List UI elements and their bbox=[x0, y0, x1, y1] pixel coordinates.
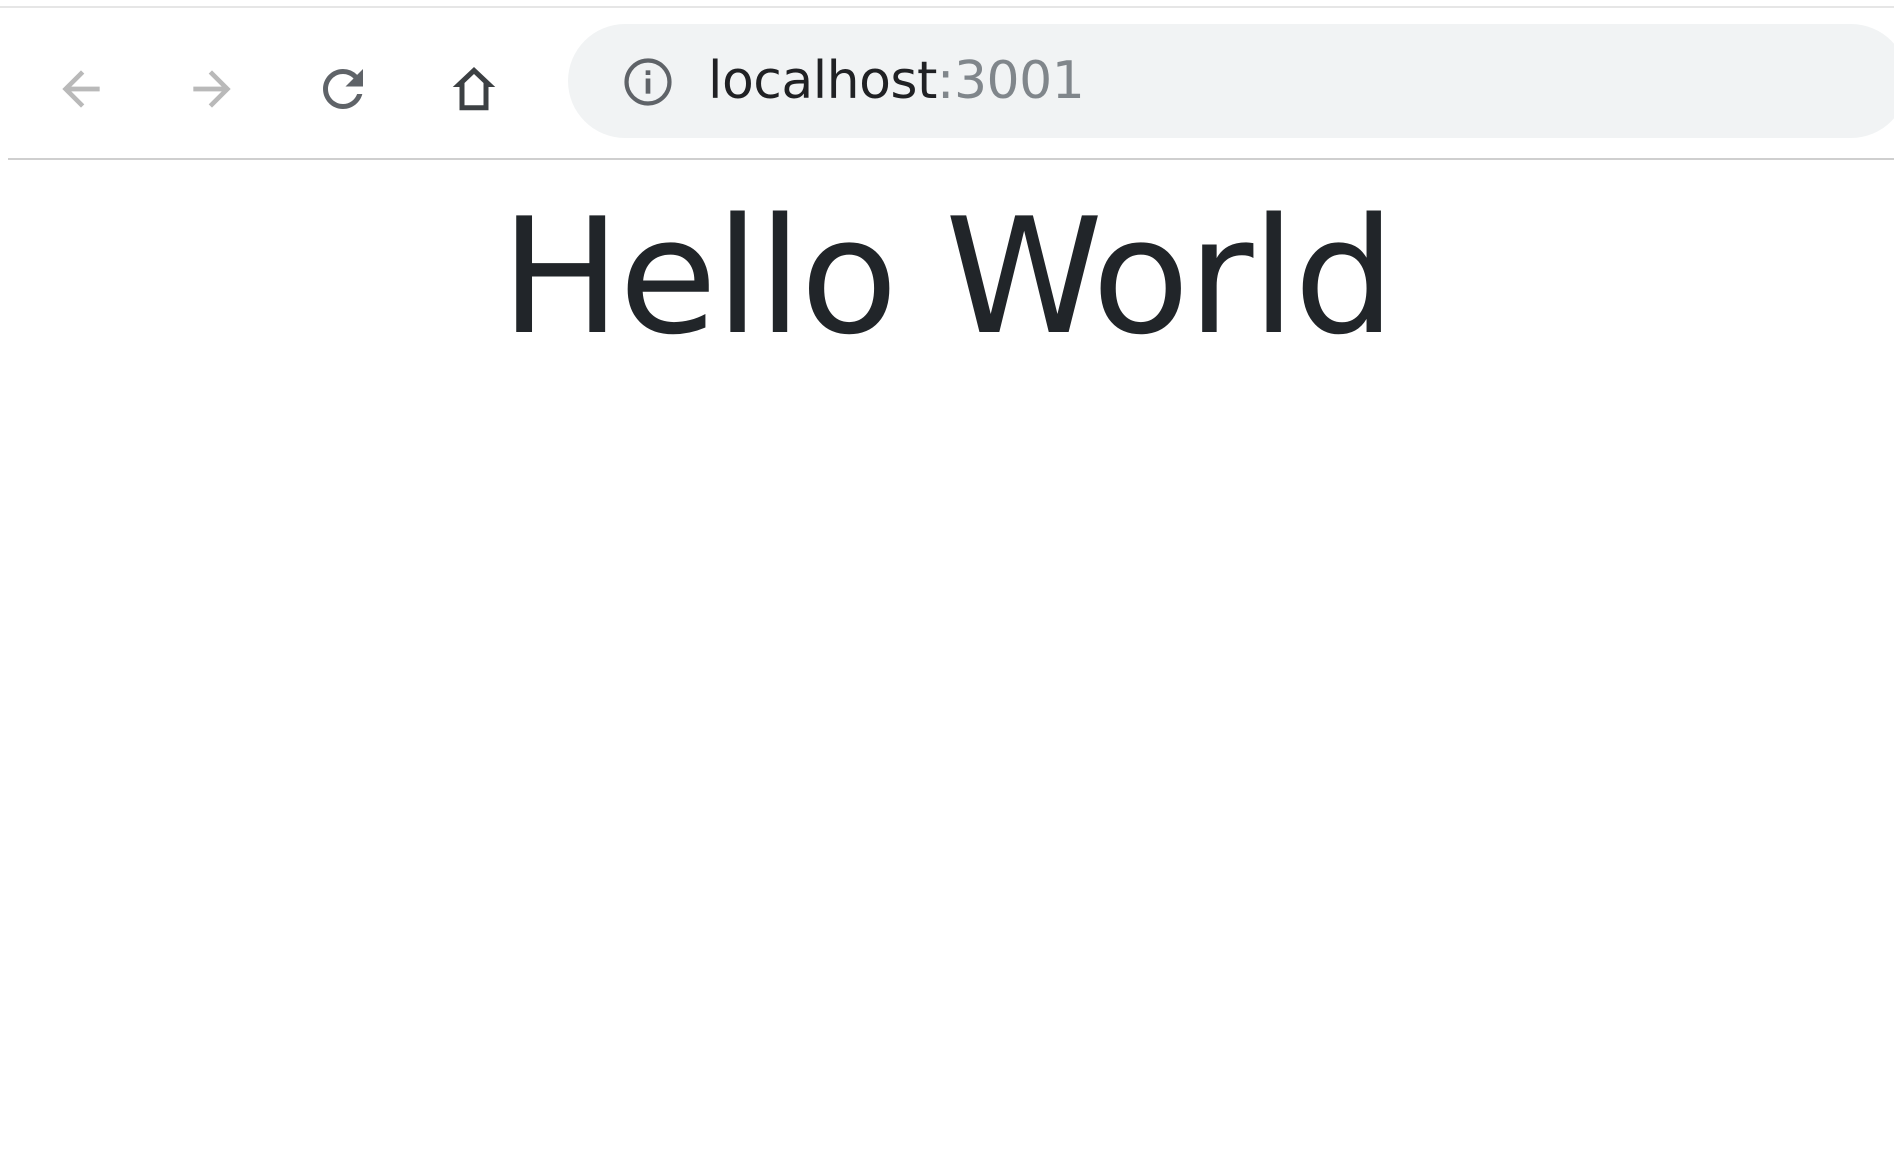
url-text[interactable]: localhost:3001 bbox=[708, 46, 1085, 116]
arrow-left-icon bbox=[53, 61, 109, 117]
url-host: localhost bbox=[708, 51, 937, 111]
back-button[interactable] bbox=[46, 54, 116, 124]
info-circle-icon[interactable] bbox=[620, 54, 676, 110]
reload-icon bbox=[313, 59, 373, 119]
url-port: :3001 bbox=[936, 51, 1085, 111]
page-heading: Hello World bbox=[500, 183, 1396, 370]
reload-button[interactable] bbox=[308, 54, 378, 124]
page-content: Hello World bbox=[0, 160, 1894, 1170]
forward-button[interactable] bbox=[177, 54, 247, 124]
arrow-right-icon bbox=[184, 61, 240, 117]
address-bar[interactable]: localhost:3001 bbox=[568, 24, 1894, 138]
browser-toolbar: localhost:3001 bbox=[8, 8, 1894, 160]
home-button[interactable] bbox=[439, 54, 509, 124]
home-icon bbox=[444, 59, 504, 119]
